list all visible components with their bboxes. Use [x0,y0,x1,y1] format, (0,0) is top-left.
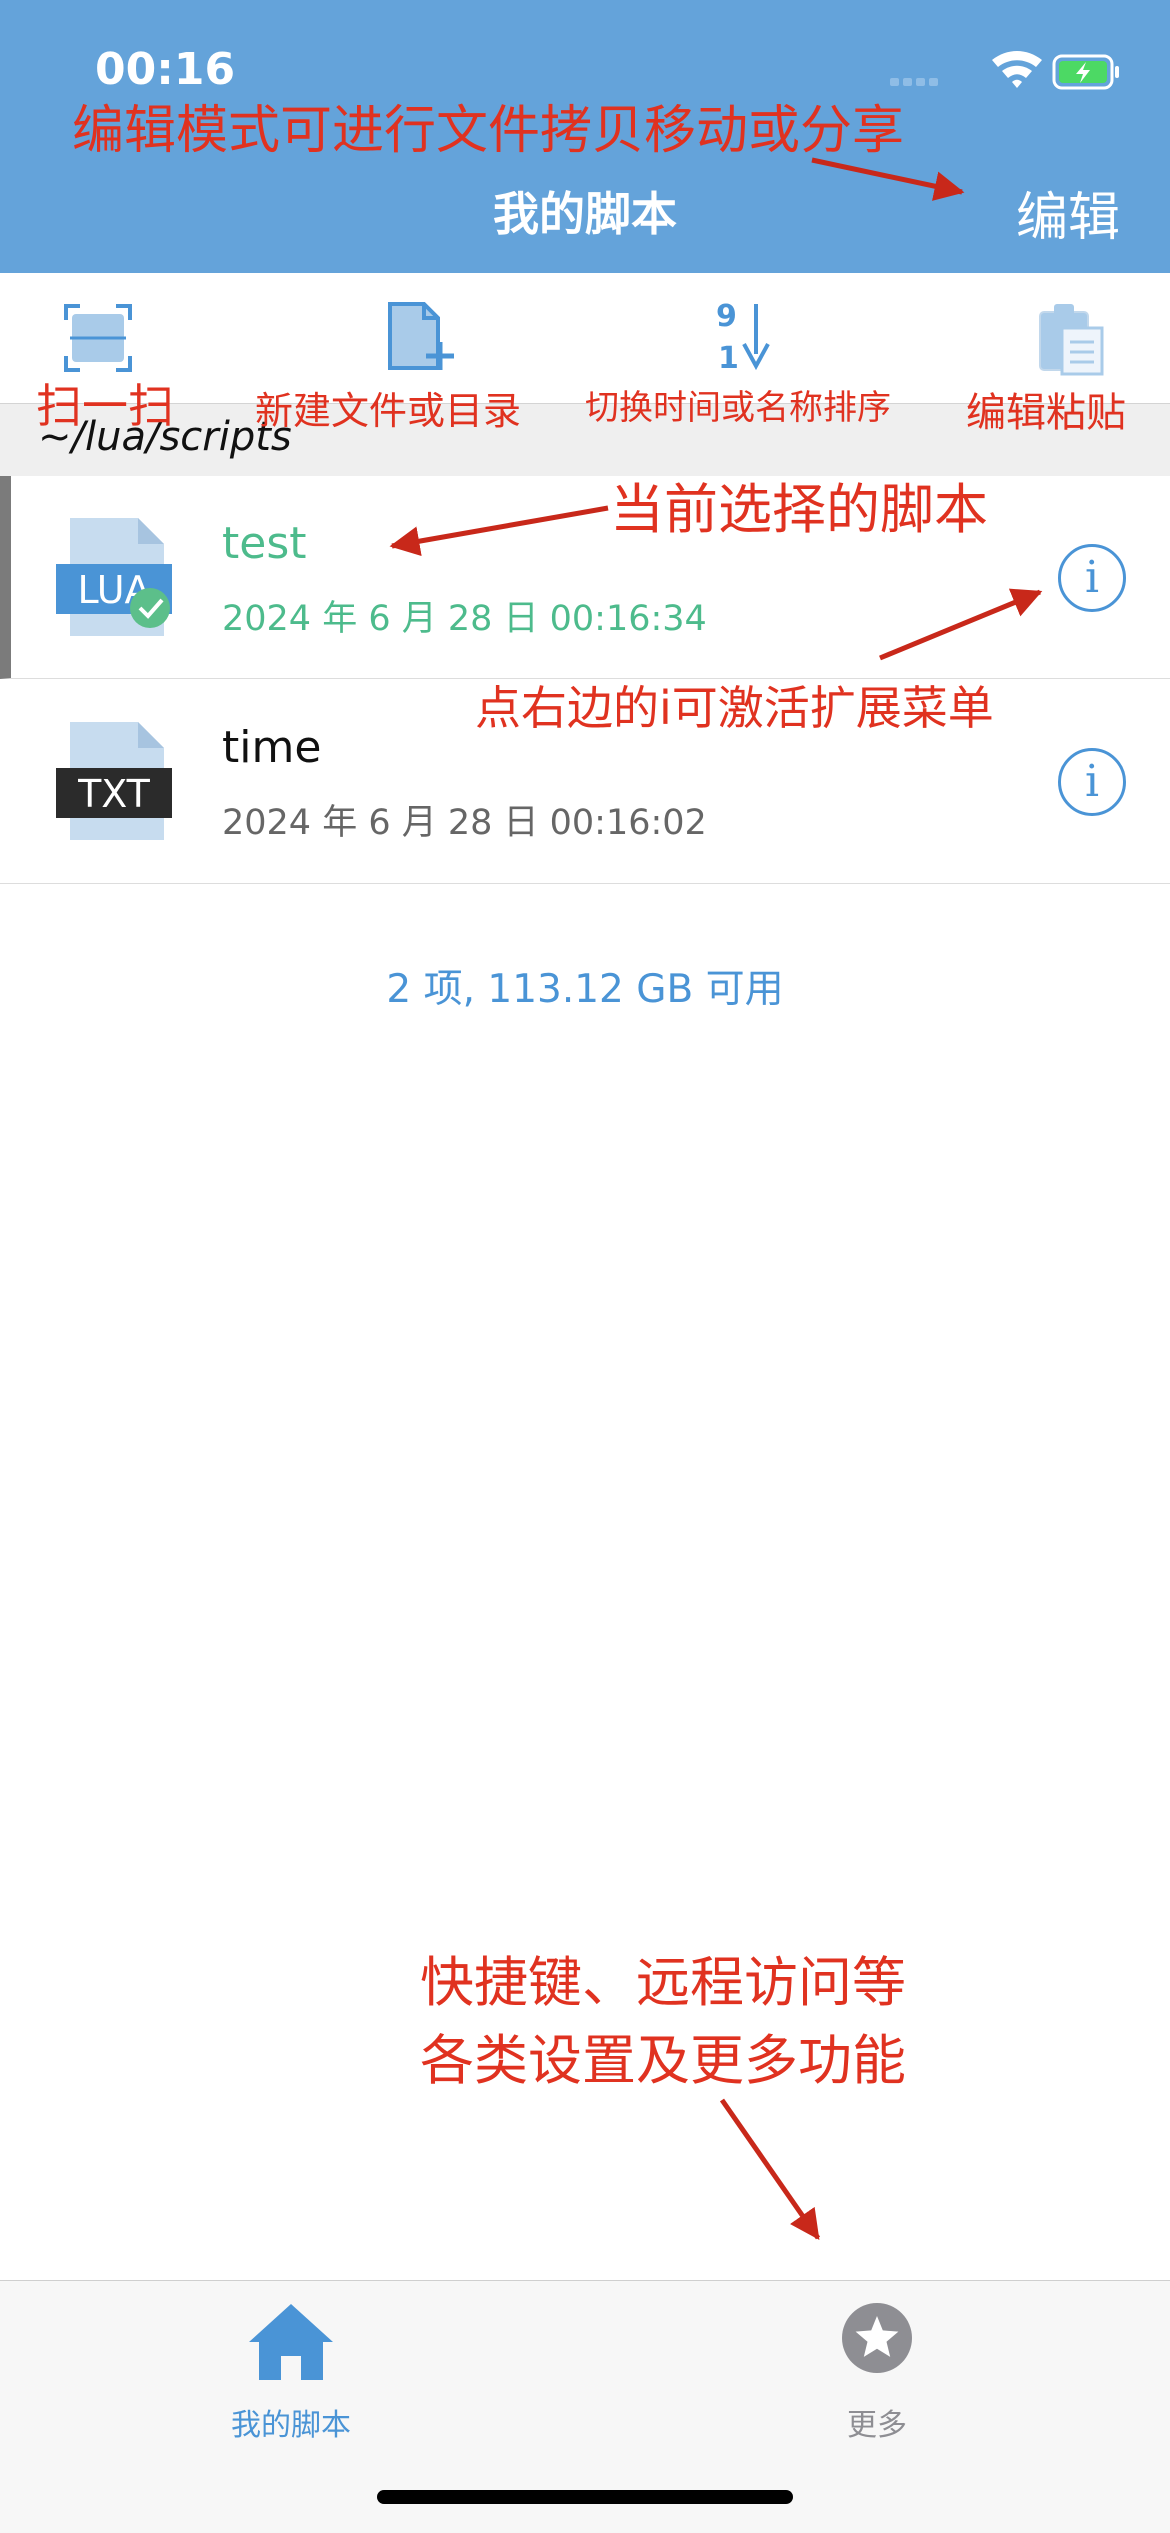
annotation-sort: 切换时间或名称排序 [585,388,891,428]
txt-file-icon: TXT [56,722,172,840]
signal-icon [890,78,938,86]
tab-label: 更多 [847,2408,907,2443]
file-date: 2024 年 6 月 28 日 00:16:02 [222,803,707,843]
check-icon [130,588,170,628]
scan-icon[interactable] [58,298,138,378]
annotation-info-hint: 点右边的i可激活扩展菜单 [475,681,994,735]
lua-file-icon: LUA [56,518,172,636]
tab-label: 我的脚本 [231,2408,351,2443]
page-title: 我的脚本 [493,187,677,241]
arrow-to-more-tab [719,2098,821,2241]
new-file-icon[interactable] [380,298,460,378]
wifi-icon [992,51,1042,88]
info-button[interactable]: i [1058,748,1126,816]
annotation-edit-mode: 编辑模式可进行文件拷贝移动或分享 [72,101,905,161]
svg-text:9: 9 [716,299,737,334]
svg-text:1: 1 [718,341,739,376]
sort-icon[interactable]: 9 1 [710,298,790,378]
tab-my-scripts[interactable]: 我的脚本 [141,2300,441,2443]
annotation-current-script: 当前选择的脚本 [610,478,988,541]
edit-button[interactable]: 编辑 [1016,175,1120,250]
status-icons [890,51,1119,90]
file-icon-label: TXT [77,772,151,816]
annotation-more-line1: 快捷键、远程访问等 [420,1951,906,2014]
storage-summary: 2 项, 113.12 GB 可用 [386,967,784,1012]
annotation-paste: 编辑粘贴 [966,390,1126,436]
file-name: test [222,518,307,569]
annotation-new-file: 新建文件或目录 [255,389,522,433]
star-icon [842,2303,912,2373]
tab-more[interactable]: 更多 [727,2300,1027,2443]
info-button[interactable]: i [1058,544,1126,612]
home-indicator [377,2490,793,2504]
annotation-scan: 扫一扫 [36,379,174,433]
battery-icon [1052,54,1119,90]
file-name: time [222,722,322,773]
file-date: 2024 年 6 月 28 日 00:16:34 [222,599,707,639]
home-icon [249,2304,333,2380]
paste-icon[interactable] [1032,298,1112,378]
annotation-more-line2: 各类设置及更多功能 [420,2029,906,2092]
